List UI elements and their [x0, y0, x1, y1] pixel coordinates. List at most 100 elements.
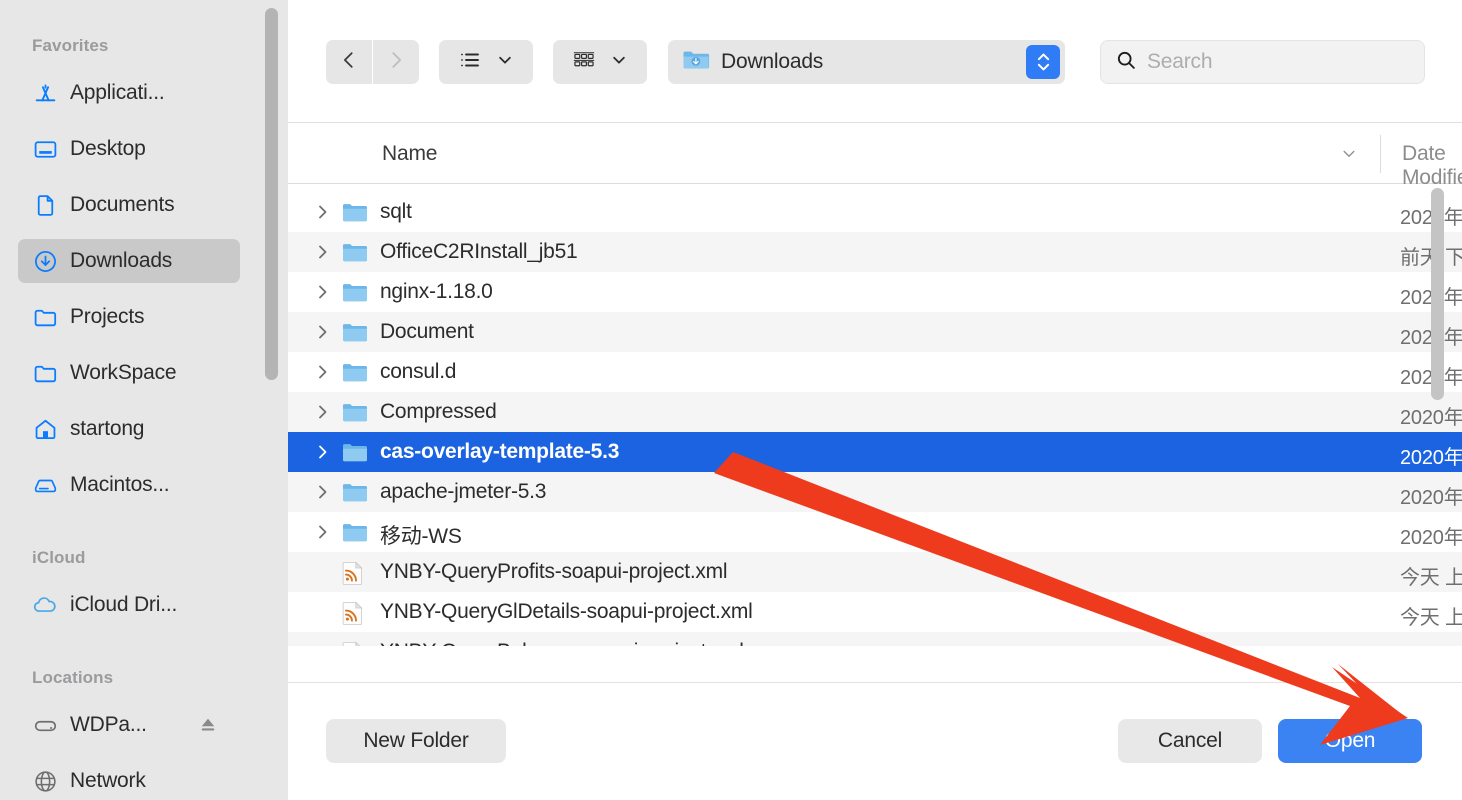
search-input-placeholder: Search [1147, 50, 1213, 73]
sidebar-item-applications[interactable]: Applicati... [18, 71, 240, 115]
column-header-date-modified[interactable]: Date Modified [1402, 142, 1462, 190]
file-name: cas-overlay-template-5.3 [380, 440, 620, 463]
file-open-dialog: Favorites Applicati... Desktop Documents… [0, 0, 1462, 800]
column-divider [1380, 135, 1381, 173]
open-button[interactable]: Open [1278, 719, 1422, 763]
cancel-button[interactable]: Cancel [1118, 719, 1262, 763]
folder-icon [342, 481, 368, 503]
table-row[interactable]: sqlt 2020年9月30日 下午 4:12 [288, 192, 1462, 232]
file-name: Document [380, 320, 474, 343]
xml-file-icon [342, 561, 368, 585]
file-name: OfficeC2RInstall_jb51 [380, 240, 578, 263]
table-row[interactable]: YNBY-QueryBalance-soapui-project.xml 上午 … [288, 632, 1462, 646]
sidebar-item-startong[interactable]: startong [18, 407, 240, 451]
file-date: 今天 上午11:10 [1400, 607, 1462, 629]
sidebar-item-projects[interactable]: Projects [18, 295, 240, 339]
list-view-icon [458, 48, 482, 77]
column-header-name[interactable]: Name [382, 142, 437, 166]
new-folder-button[interactable]: New Folder [326, 719, 506, 763]
back-button[interactable] [326, 40, 372, 84]
file-date: 上午 11:10 [1400, 641, 1462, 646]
sidebar-item-label: Desktop [70, 137, 146, 160]
vertical-scrollbar-thumb[interactable] [1431, 188, 1444, 400]
stepper-up-down-icon[interactable] [1026, 45, 1060, 79]
disclosure-triangle-icon[interactable] [316, 442, 330, 467]
file-name: apache-jmeter-5.3 [380, 480, 547, 503]
sidebar-section-icloud: iCloud [32, 548, 86, 567]
downloads-icon [32, 248, 58, 274]
sidebar-section-locations: Locations [32, 668, 114, 687]
chevron-down-icon [496, 51, 514, 74]
file-date: 2020年12月21日 下午5:25 [1400, 527, 1462, 549]
sidebar-item-documents[interactable]: Documents [18, 183, 240, 227]
table-row[interactable]: OfficeC2RInstall_jb51 前天 下午1:56 [288, 232, 1462, 272]
list-view-button[interactable] [439, 40, 533, 84]
disclosure-triangle-icon[interactable] [316, 402, 330, 427]
sidebar-item-macintosh-hd[interactable]: Macintos... [18, 463, 240, 507]
table-row[interactable]: 移动-WS 2020年12月21日 下午5:25 [288, 512, 1462, 552]
column-header-row: Name Date Modified [288, 122, 1462, 189]
file-date: 2020年10月15日 下午5:36 [1400, 447, 1462, 469]
sidebar-item-icloud-drive[interactable]: iCloud Dri... [18, 583, 240, 627]
sidebar-item-downloads[interactable]: Downloads [18, 239, 240, 283]
path-popup-button[interactable]: Downloads [668, 40, 1065, 84]
sidebar-scrollbar-thumb[interactable] [265, 8, 278, 380]
harddisk-icon [32, 472, 58, 498]
sidebar: Favorites Applicati... Desktop Documents… [0, 0, 288, 800]
disclosure-triangle-icon[interactable] [316, 322, 330, 347]
dialog-button-bar: New Folder Cancel Open [288, 682, 1462, 800]
file-date: 今天 上午11:10 [1400, 567, 1462, 589]
sidebar-item-desktop[interactable]: Desktop [18, 127, 240, 171]
documents-icon [32, 192, 58, 218]
folder-icon [342, 321, 368, 343]
disclosure-triangle-icon[interactable] [316, 522, 330, 547]
xml-file-icon [342, 641, 368, 646]
sidebar-item-label: WorkSpace [70, 361, 177, 384]
xml-file-icon [342, 601, 368, 625]
table-row-selected[interactable]: cas-overlay-template-5.3 2020年10月15日 下午5… [288, 432, 1462, 472]
folder-icon [342, 401, 368, 423]
chevron-down-icon [610, 51, 628, 74]
search-field[interactable]: Search [1100, 40, 1425, 84]
disclosure-triangle-icon[interactable] [316, 362, 330, 387]
path-label: Downloads [721, 50, 824, 73]
table-row[interactable]: YNBY-QueryProfits-soapui-project.xml 今天 … [288, 552, 1462, 592]
home-icon [32, 416, 58, 442]
table-row[interactable]: nginx-1.18.0 2020年9月3日 下午7:11 [288, 272, 1462, 312]
sidebar-section-favorites: Favorites [32, 36, 109, 55]
external-disk-icon [32, 712, 58, 738]
sidebar-item-wdpassport[interactable]: WDPa... [18, 703, 240, 747]
file-name: sqlt [380, 200, 412, 223]
file-name: consul.d [380, 360, 457, 383]
toolbar: Downloads Search [288, 0, 1462, 122]
file-name: YNBY-QueryBalance-soapui-project.xml [380, 640, 744, 646]
downloads-folder-icon [682, 48, 710, 77]
table-row[interactable]: consul.d 2020年8月6日 下午3:37 [288, 352, 1462, 392]
disclosure-triangle-icon[interactable] [316, 202, 330, 227]
folder-icon [342, 281, 368, 303]
chevron-left-icon [338, 49, 360, 76]
forward-button[interactable] [373, 40, 419, 84]
table-row[interactable]: apache-jmeter-5.3 2020年8月10日 下午2:51 [288, 472, 1462, 512]
disclosure-triangle-icon[interactable] [316, 282, 330, 307]
file-name: YNBY-QueryGlDetails-soapui-project.xml [380, 600, 753, 623]
disclosure-triangle-icon[interactable] [316, 482, 330, 507]
desktop-icon [32, 136, 58, 162]
file-name: nginx-1.18.0 [380, 280, 493, 303]
disclosure-triangle-icon[interactable] [316, 242, 330, 267]
sidebar-item-label: Network [70, 769, 146, 792]
file-list: sqlt 2020年9月30日 下午 4:12 OfficeC2RInstall… [288, 184, 1462, 646]
table-row[interactable]: YNBY-QueryGlDetails-soapui-project.xml 今… [288, 592, 1462, 632]
grid-view-button[interactable] [553, 40, 647, 84]
sidebar-item-label: startong [70, 417, 145, 440]
eject-icon[interactable] [198, 715, 218, 740]
table-row[interactable]: Document 2020年9月30日 下午5:08 [288, 312, 1462, 352]
folder-icon [342, 361, 368, 383]
sidebar-item-workspace[interactable]: WorkSpace [18, 351, 240, 395]
sidebar-item-label: Macintos... [70, 473, 170, 496]
main-panel: Downloads Search Name Date Modifi sqlt O… [288, 0, 1462, 800]
file-date: 2020年8月10日 下午2:51 [1400, 487, 1462, 509]
sidebar-item-network[interactable]: Network [18, 759, 240, 800]
chevron-down-icon[interactable] [1340, 147, 1358, 166]
table-row[interactable]: Compressed 2020年11月27日 下午5:18 [288, 392, 1462, 432]
